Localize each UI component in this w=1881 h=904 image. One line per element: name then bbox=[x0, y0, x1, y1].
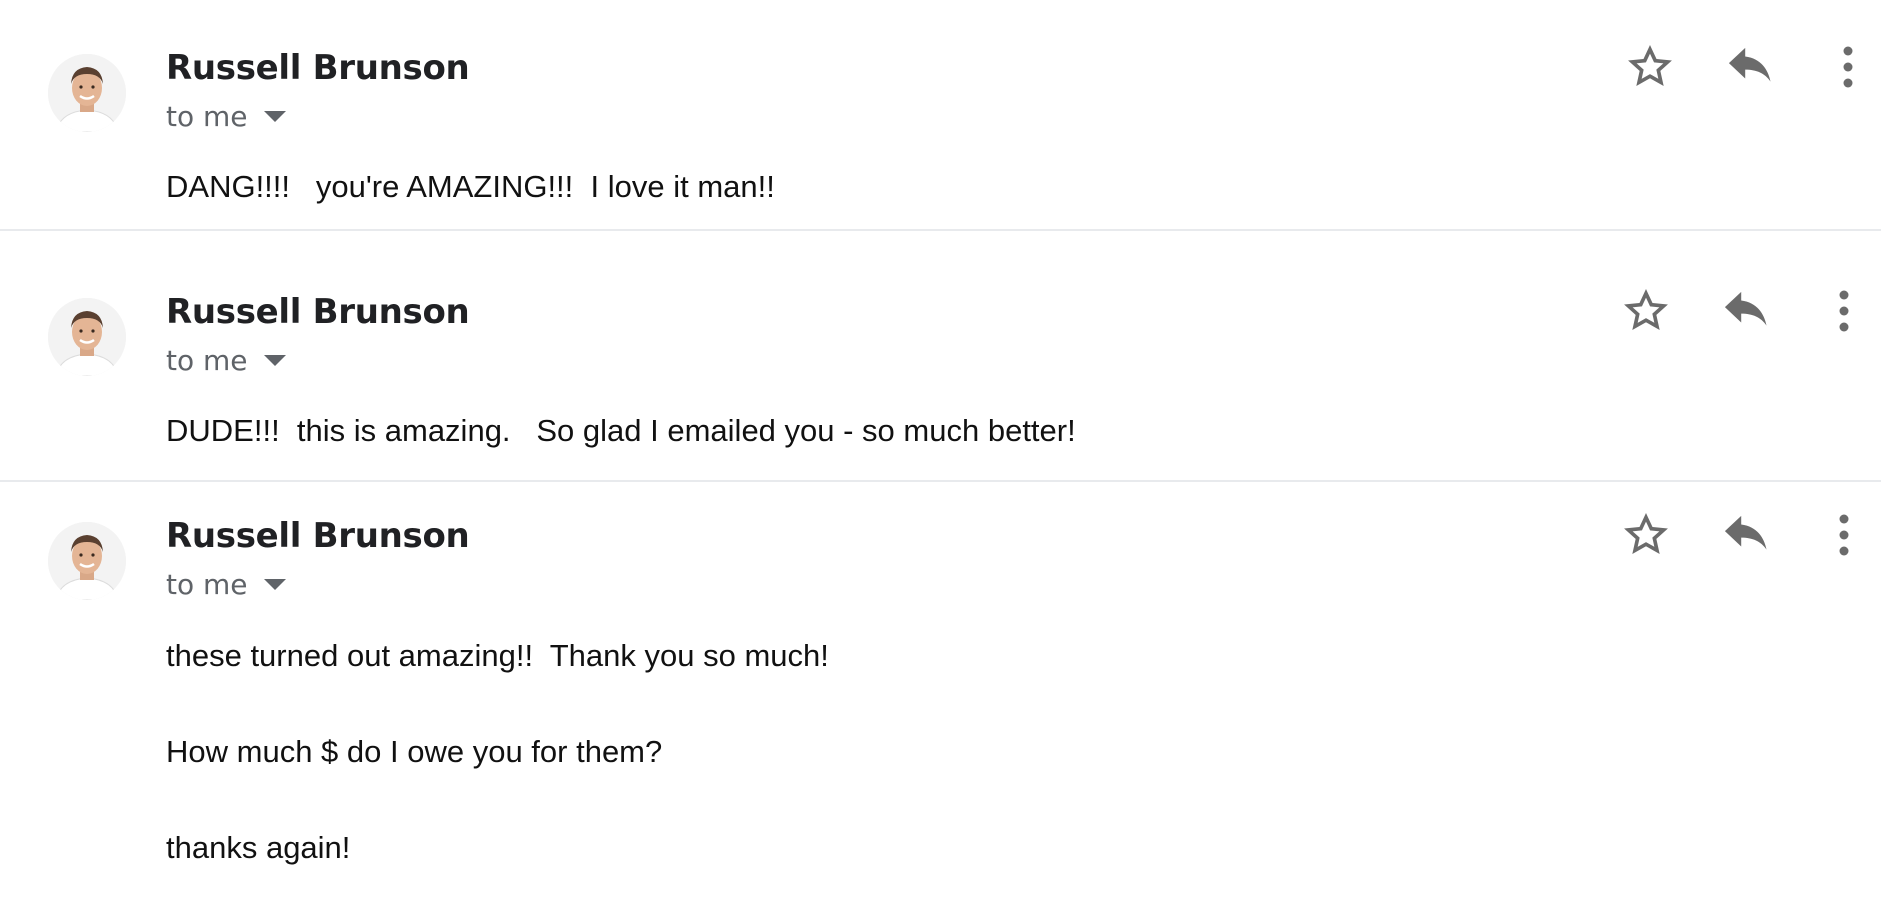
message-body-line: DUDE!!! this is amazing. So glad I email… bbox=[166, 413, 1076, 448]
sender-avatar[interactable] bbox=[48, 298, 126, 376]
sender-name: Russell Brunson bbox=[166, 292, 470, 332]
reply-icon bbox=[1728, 47, 1771, 82]
star-outline-icon bbox=[1624, 289, 1668, 331]
recipient-label: to me bbox=[166, 568, 248, 601]
message-body-line: How much $ do I owe you for them? bbox=[166, 734, 663, 769]
recipient-label: to me bbox=[166, 344, 248, 377]
recipient-details-dropdown-icon[interactable] bbox=[263, 355, 286, 366]
more-options-button[interactable] bbox=[1820, 39, 1876, 95]
sender-avatar[interactable] bbox=[48, 54, 126, 132]
recipient-details-dropdown-icon[interactable] bbox=[263, 579, 286, 590]
star-button[interactable] bbox=[1622, 39, 1678, 95]
message-divider bbox=[0, 229, 1881, 231]
star-button[interactable] bbox=[1618, 507, 1674, 563]
more-options-button[interactable] bbox=[1816, 283, 1872, 339]
recipient-details-dropdown-icon[interactable] bbox=[263, 111, 286, 122]
recipient-label: to me bbox=[166, 100, 248, 133]
star-outline-icon bbox=[1624, 513, 1668, 555]
recipient-line: to me bbox=[166, 568, 286, 601]
sender-name: Russell Brunson bbox=[166, 516, 470, 556]
more-options-button[interactable] bbox=[1816, 507, 1872, 563]
more-vertical-icon bbox=[1839, 514, 1849, 556]
more-vertical-icon bbox=[1839, 290, 1849, 332]
reply-button[interactable] bbox=[1718, 507, 1774, 563]
reply-button[interactable] bbox=[1718, 283, 1774, 339]
star-button[interactable] bbox=[1618, 283, 1674, 339]
message-divider bbox=[0, 480, 1881, 482]
more-vertical-icon bbox=[1843, 46, 1853, 88]
star-outline-icon bbox=[1628, 45, 1672, 87]
message-body-line: DANG!!!! you're AMAZING!!! I love it man… bbox=[166, 169, 775, 204]
recipient-line: to me bbox=[166, 344, 286, 377]
reply-icon bbox=[1724, 291, 1767, 326]
message-body-line: thanks again! bbox=[166, 830, 351, 865]
sender-avatar[interactable] bbox=[48, 522, 126, 600]
message-body-line: these turned out amazing!! Thank you so … bbox=[166, 638, 829, 673]
reply-button[interactable] bbox=[1722, 39, 1778, 95]
reply-icon bbox=[1724, 515, 1767, 550]
sender-name: Russell Brunson bbox=[166, 48, 470, 88]
recipient-line: to me bbox=[166, 100, 286, 133]
